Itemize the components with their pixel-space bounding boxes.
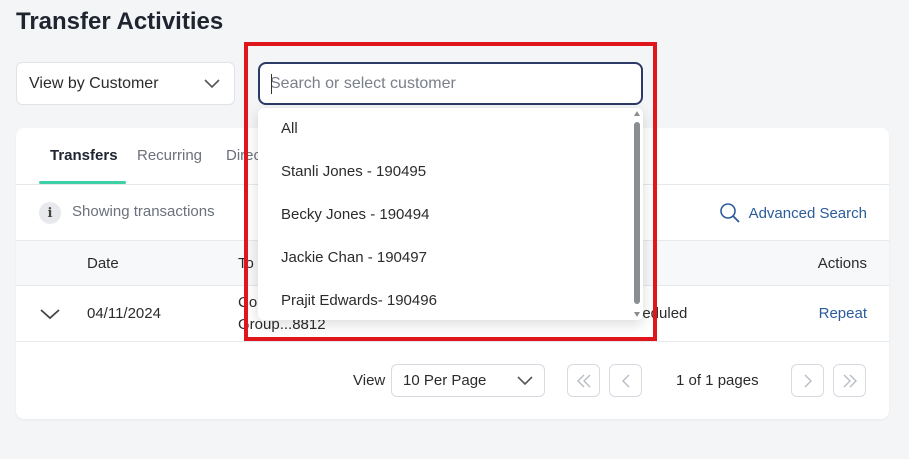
per-page-value: 10 Per Page [403,372,487,389]
customer-dropdown: All Stanli Jones - 190495 Becky Jones - … [258,108,643,320]
row-to-line1: Co [238,294,258,311]
info-text: Showing transactions [72,203,215,220]
chevron-down-icon [204,79,220,89]
row-date: 04/11/2024 [87,305,161,322]
dropdown-option[interactable]: Stanli Jones - 190495 [281,163,426,180]
scroll-up-arrow[interactable] [634,111,640,116]
pagination: View 10 Per Page 1 of 1 pages [16,342,889,419]
chevron-down-icon [517,376,533,386]
last-page-button[interactable] [833,364,866,397]
header-actions: Actions [817,255,867,272]
first-page-button[interactable] [567,364,600,397]
text-caret [271,74,272,94]
dropdown-option[interactable]: All [281,120,298,137]
page-info: 1 of 1 pages [676,372,759,389]
tab-transfers[interactable]: Transfers [50,147,118,164]
view-by-select[interactable]: View by Customer [16,62,235,105]
header-date: Date [87,255,119,272]
view-by-label: View by Customer [29,74,159,92]
search-icon [719,203,740,223]
next-page-button[interactable] [791,364,824,397]
scroll-down-arrow[interactable] [634,312,640,317]
tab-recurring[interactable]: Recurring [137,147,202,164]
customer-search[interactable] [258,62,643,105]
customer-search-input[interactable] [270,74,631,93]
repeat-link[interactable]: Repeat [819,305,867,322]
per-page-select[interactable]: 10 Per Page [391,364,545,397]
header-to: To [238,255,254,272]
expand-row-icon[interactable] [39,304,61,324]
double-chevron-right-icon [843,374,857,387]
scrollbar-thumb[interactable] [634,122,640,304]
page-title: Transfer Activities [16,8,224,35]
dropdown-option[interactable]: Prajit Edwards- 190496 [281,292,437,309]
active-tab-indicator [39,181,126,184]
double-chevron-left-icon [576,374,590,387]
advanced-search-label: Advanced Search [748,204,867,222]
advanced-search-link[interactable]: Advanced Search [719,202,867,224]
prev-page-button[interactable] [609,364,642,397]
dropdown-option[interactable]: Becky Jones - 190494 [281,206,429,223]
tab-direct[interactable]: Direc [226,147,261,164]
info-icon: i [39,202,61,224]
chevron-left-icon [621,374,629,387]
chevron-right-icon [804,374,812,387]
view-label: View [353,372,386,389]
dropdown-option[interactable]: Jackie Chan - 190497 [281,249,427,266]
